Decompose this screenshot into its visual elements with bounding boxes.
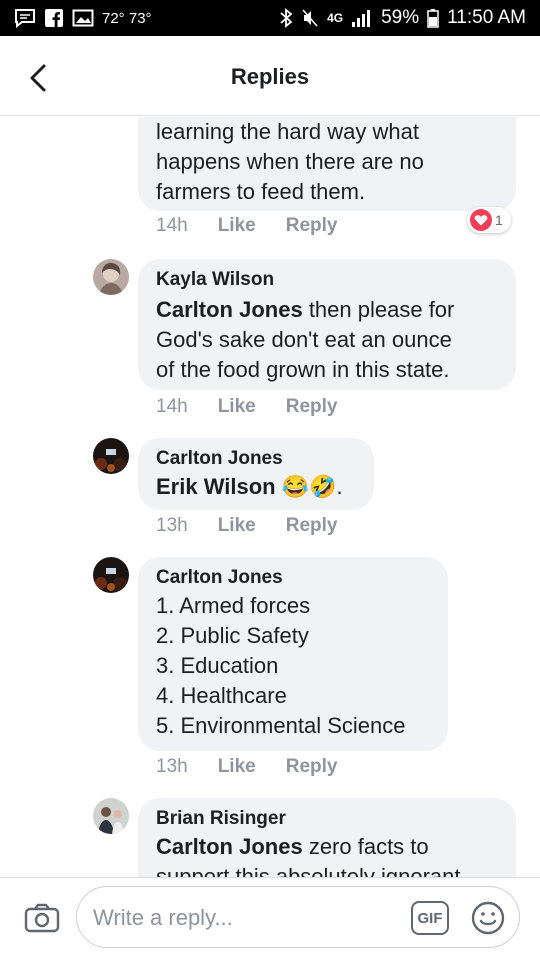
list-item: 2. Public Safety bbox=[156, 623, 309, 648]
comment-bubble[interactable]: Carlton Jones 1. Armed forces 2. Public … bbox=[138, 557, 448, 751]
battery-icon bbox=[427, 8, 439, 28]
avatar[interactable] bbox=[93, 259, 129, 295]
comment-line: happens when there are no bbox=[156, 149, 424, 174]
comment-line: learning the hard way what bbox=[156, 119, 419, 144]
comment-line: Erik Wilson 😂🤣. bbox=[156, 472, 356, 502]
comment-text: then please for bbox=[302, 297, 455, 322]
status-bar: 72° 73° 4G 59% 11:50 AM bbox=[0, 0, 540, 36]
like-button[interactable]: Like bbox=[218, 756, 256, 778]
list-item: 5. Environmental Science bbox=[156, 713, 406, 738]
camera-icon bbox=[24, 903, 60, 933]
comment-time: 14h bbox=[156, 396, 188, 417]
comment-bubble[interactable]: learning the hard way what happens when … bbox=[138, 117, 516, 211]
emoji-icon bbox=[471, 901, 505, 935]
comment-actions: 13h Like Reply bbox=[156, 756, 337, 778]
reply-composer: GIF bbox=[0, 877, 540, 960]
like-button[interactable]: Like bbox=[218, 215, 256, 237]
emoji-button[interactable] bbox=[469, 899, 507, 937]
comment-actions: 14h Like Reply bbox=[156, 215, 337, 237]
comment-text: zero facts to bbox=[302, 834, 429, 859]
reply-box: GIF bbox=[76, 886, 520, 948]
reply-button[interactable]: Reply bbox=[286, 756, 338, 778]
comment-author[interactable]: Carlton Jones bbox=[156, 448, 356, 470]
comment-bubble[interactable]: Kayla Wilson Carlton Jones then please f… bbox=[138, 259, 516, 390]
battery-percent: 59% bbox=[381, 7, 420, 28]
replies-list[interactable]: learning the hard way what happens when … bbox=[0, 117, 540, 877]
gif-button[interactable]: GIF bbox=[411, 901, 449, 935]
list-item: 4. Healthcare bbox=[156, 683, 287, 708]
page-title: Replies bbox=[230, 64, 310, 89]
reaction-badge[interactable]: 1 bbox=[467, 207, 511, 233]
screen: 72° 73° 4G 59% 11:50 AM Replies learning… bbox=[0, 0, 540, 960]
avatar[interactable] bbox=[93, 438, 129, 474]
temperature-text: 72° 73° bbox=[102, 9, 152, 27]
bluetooth-icon bbox=[279, 8, 293, 28]
comment-author[interactable]: Carlton Jones bbox=[156, 567, 430, 589]
comment-actions: 14h Like Reply bbox=[156, 396, 337, 418]
comment-line: Carlton Jones then please for bbox=[156, 295, 498, 325]
reply-button[interactable]: Reply bbox=[286, 396, 338, 418]
status-left: 72° 73° bbox=[14, 8, 152, 28]
comment-time: 13h bbox=[156, 515, 188, 536]
facebook-notification-icon bbox=[44, 8, 64, 28]
comment-line: support this absolutely ignorant bbox=[156, 864, 461, 877]
heart-reaction-icon bbox=[470, 209, 492, 231]
comment-bubble[interactable]: Carlton Jones Erik Wilson 😂🤣. bbox=[138, 438, 374, 510]
network-type-icon: 4G bbox=[327, 11, 344, 25]
comment-time: 13h bbox=[156, 756, 188, 777]
reaction-count: 1 bbox=[495, 212, 503, 228]
status-right: 4G 59% 11:50 AM bbox=[279, 7, 526, 29]
mention-link[interactable]: Carlton Jones bbox=[156, 834, 303, 859]
like-button[interactable]: Like bbox=[218, 515, 256, 537]
mention-link[interactable]: Erik Wilson bbox=[156, 474, 276, 499]
avatar[interactable] bbox=[93, 557, 129, 593]
reply-input[interactable] bbox=[93, 901, 393, 935]
comment-actions: 13h Like Reply bbox=[156, 515, 337, 537]
list-item: 1. Armed forces bbox=[156, 593, 311, 618]
reply-button[interactable]: Reply bbox=[286, 215, 338, 237]
comment-bubble[interactable]: Brian Risinger Carlton Jones zero facts … bbox=[138, 798, 516, 877]
list-item: 3. Education bbox=[156, 653, 279, 678]
comment-line: Carlton Jones zero facts to bbox=[156, 832, 498, 862]
header-bar: Replies bbox=[0, 36, 540, 116]
camera-button[interactable] bbox=[22, 898, 62, 938]
like-button[interactable]: Like bbox=[218, 396, 256, 418]
emoji-text: 😂🤣 bbox=[281, 474, 337, 499]
messenger-notification-icon bbox=[14, 8, 36, 28]
comment-text: . bbox=[336, 474, 343, 499]
comment-author[interactable]: Kayla Wilson bbox=[156, 269, 498, 291]
comment-time: 14h bbox=[156, 215, 188, 236]
mute-icon bbox=[301, 8, 319, 28]
avatar[interactable] bbox=[93, 798, 129, 834]
clock: 11:50 AM bbox=[447, 7, 526, 28]
gallery-notification-icon bbox=[72, 8, 94, 28]
mention-link[interactable]: Carlton Jones bbox=[156, 297, 303, 322]
comment-line: farmers to feed them. bbox=[156, 179, 366, 204]
comment-line: of the food grown in this state. bbox=[156, 357, 450, 382]
reply-button[interactable]: Reply bbox=[286, 515, 338, 537]
comment-line: God's sake don't eat an ounce bbox=[156, 327, 452, 352]
signal-icon bbox=[351, 8, 373, 28]
comment-author[interactable]: Brian Risinger bbox=[156, 808, 498, 830]
